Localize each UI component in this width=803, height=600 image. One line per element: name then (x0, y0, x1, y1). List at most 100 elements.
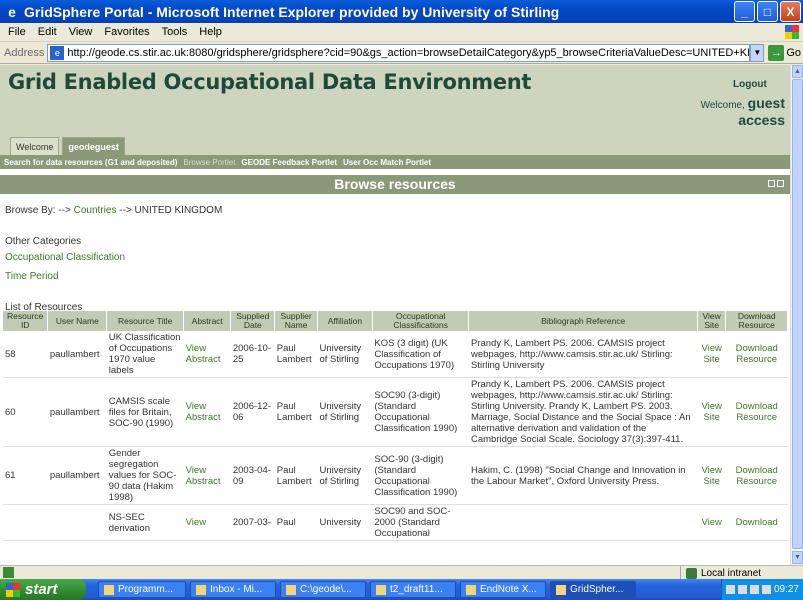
security-zone: Local intranet (680, 566, 761, 580)
taskbar: start Programm... Inbox - Mi... C:\geode… (0, 579, 803, 600)
view-abstract-link[interactable]: View Abstract (183, 446, 231, 505)
address-url: http://geode.cs.stir.ac.uk:8080/gridsphe… (67, 46, 751, 59)
view-abstract-link[interactable]: View (183, 504, 231, 541)
resource-id: 61 (3, 446, 48, 505)
menu-bar: File Edit View Favorites Tools Help (0, 23, 803, 42)
scroll-thumb[interactable] (792, 79, 803, 549)
menu-tools[interactable]: Tools (162, 26, 188, 38)
taskbar-item-endnote[interactable]: EndNote X... (460, 581, 546, 598)
endnote-icon (466, 584, 476, 595)
taskbar-item-inbox[interactable]: Inbox - Mi... (190, 581, 276, 598)
breadcrumb-current: UNITED KINGDOM (134, 205, 223, 216)
affiliation: University (317, 504, 373, 541)
table-row: 61 paullambert Gender segregation values f… (3, 446, 788, 505)
category-time-period-link[interactable]: Time Period (5, 271, 785, 282)
tray-icon[interactable] (725, 585, 735, 594)
menu-file[interactable]: File (8, 26, 26, 38)
download-resource-link[interactable]: Download Resource (725, 331, 788, 378)
view-site-link[interactable]: View Site (697, 446, 726, 505)
windows-logo-icon (785, 25, 799, 39)
column-header: Download Resource (725, 311, 788, 331)
taskbar-item-folder[interactable]: C:\geode\... (280, 581, 366, 598)
tray-icon[interactable] (737, 585, 747, 594)
category-occupational-link[interactable]: Occupational Classification (5, 252, 785, 263)
taskbar-item-programs[interactable]: Programm... (98, 581, 186, 598)
window-title-bar[interactable]: e GridSphere Portal - Microsoft Internet… (0, 0, 803, 23)
browse-by-label: Browse By: (5, 205, 56, 216)
occupational-classification: KOS (3 digit) (UK Classification of Occu… (372, 331, 469, 378)
subnav-occ-match[interactable]: User Occ Match Portlet (343, 158, 431, 167)
subnav-search[interactable]: Search for data resources (G1 and deposi… (4, 158, 177, 167)
minimize-button[interactable]: _ (734, 1, 755, 22)
subnav-feedback[interactable]: GEODE Feedback Portlet (241, 158, 337, 167)
go-label: Go (786, 46, 801, 59)
affiliation: University of Stirling (317, 446, 373, 505)
affiliation: University of Stirling (317, 331, 373, 378)
menu-edit[interactable]: Edit (38, 26, 57, 38)
resource-title: CAMSIS scale files for Britain, SOC-90 (… (106, 377, 184, 447)
bibliograph-reference: Hakim, C. (1998) "Social Change and Inno… (468, 446, 698, 505)
menu-help[interactable]: Help (199, 26, 222, 38)
scroll-up-icon[interactable]: ▲ (792, 65, 803, 78)
supplier-name: Paul Lambert (274, 446, 318, 505)
tab-welcome[interactable]: Welcome (10, 137, 60, 155)
view-site-link[interactable]: View (697, 504, 726, 541)
download-resource-link[interactable]: Download Resource (725, 446, 788, 505)
tray-icon[interactable] (761, 585, 771, 594)
start-label: start (25, 581, 58, 598)
logout-link[interactable]: Logout (733, 79, 767, 90)
taskbar-item-gridsphere[interactable]: GridSpher... (550, 581, 636, 598)
portlet-maximize-icon[interactable] (777, 180, 784, 187)
inbox-icon (196, 584, 206, 595)
view-abstract-link[interactable]: View Abstract (183, 331, 231, 378)
bibliograph-reference (468, 504, 698, 541)
go-button[interactable]: → Go (764, 44, 803, 61)
portlet-title: Browse resources (334, 176, 456, 192)
portal-header: Grid Enabled Occupational Data Environme… (0, 65, 790, 155)
view-site-link[interactable]: View Site (697, 377, 726, 447)
column-header: Abstract (183, 311, 232, 331)
window-title: GridSphere Portal - Microsoft Internet E… (24, 3, 560, 20)
supplied-date: 2006-12- 06 (230, 377, 275, 447)
page-done-icon (3, 567, 14, 578)
subnav-browse[interactable]: Browse Portlet (183, 158, 235, 167)
tray-icon[interactable] (749, 585, 759, 594)
start-button[interactable]: start (0, 579, 86, 600)
scroll-down-icon[interactable]: ▼ (792, 551, 803, 564)
close-button[interactable]: X (780, 1, 801, 22)
view-site-link[interactable]: View Site (697, 331, 726, 378)
supplier-name: Paul (274, 504, 318, 541)
affiliation: University of Stirling (317, 377, 373, 447)
breadcrumb-countries-link[interactable]: Countries (74, 205, 117, 216)
ie-icon: e (8, 3, 16, 20)
menu-view[interactable]: View (69, 26, 93, 38)
resource-id (3, 504, 48, 541)
address-input[interactable]: e http://geode.cs.stir.ac.uk:8080/gridsp… (47, 43, 751, 62)
resources-table: Resource ID User Name Resource Title Abs… (3, 311, 788, 541)
vertical-scrollbar[interactable]: ▲ ▼ (790, 65, 803, 565)
bibliograph-reference: Prandy K, Lambert PS. 2006. CAMSIS proje… (468, 331, 698, 378)
menu-favorites[interactable]: Favorites (104, 26, 149, 38)
column-header: Bibliograph Reference (468, 311, 698, 331)
address-bar: Address e http://geode.cs.stir.ac.uk:808… (0, 42, 803, 64)
taskbar-item-draft[interactable]: t2_draft11... (370, 581, 456, 598)
clock: 09:27 (773, 584, 799, 595)
maximize-button[interactable]: □ (757, 1, 778, 22)
address-dropdown-icon[interactable]: ▼ (750, 43, 765, 62)
windows-flag-icon (6, 582, 20, 597)
view-abstract-link[interactable]: View Abstract (183, 377, 231, 447)
go-arrow-icon: → (768, 44, 785, 61)
occupational-classification: SOC90 and SOC-2000 (Standard Occupationa… (372, 504, 469, 541)
table-row: 58 paullambert UK Classification of Occupa… (3, 331, 788, 378)
document-icon (376, 584, 386, 595)
welcome-user: guest access (738, 95, 785, 128)
column-header: Occupational Classifications (372, 311, 470, 331)
user-name: paullambert (47, 446, 107, 505)
resource-id: 58 (3, 331, 48, 378)
portlet-minimize-icon[interactable] (768, 180, 775, 187)
tab-geodeguest[interactable]: geodeguest (62, 137, 125, 155)
zone-label: Local intranet (701, 567, 762, 579)
supplier-name: Paul Lambert (274, 331, 318, 378)
download-resource-link[interactable]: Download Resource (725, 377, 788, 447)
download-resource-link[interactable]: Download (725, 504, 788, 541)
